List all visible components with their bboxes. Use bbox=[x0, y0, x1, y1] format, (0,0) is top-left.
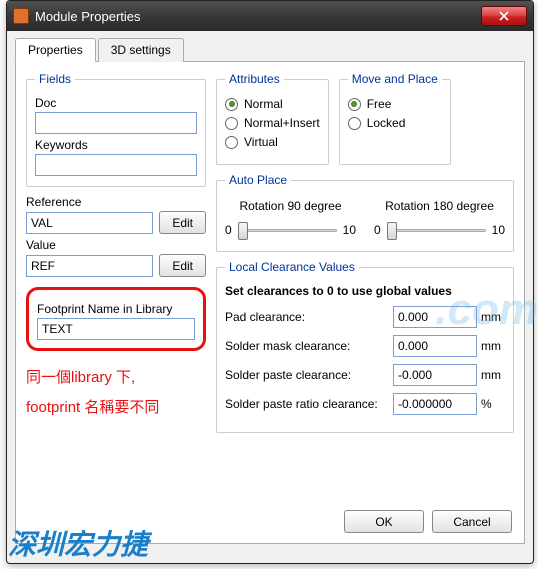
clearance-legend: Local Clearance Values bbox=[225, 260, 359, 274]
tabstrip: Properties 3D settings bbox=[15, 37, 525, 62]
reference-label: Reference bbox=[26, 195, 206, 209]
footprint-name-label: Footprint Name in Library bbox=[37, 302, 195, 316]
radio-normal-insert-label: Normal+Insert bbox=[244, 116, 320, 130]
mask-clearance-label: Solder mask clearance: bbox=[225, 339, 389, 353]
tab-properties[interactable]: Properties bbox=[15, 38, 96, 62]
doc-input[interactable] bbox=[35, 112, 197, 134]
move-place-legend: Move and Place bbox=[348, 72, 442, 86]
tab-3d-settings[interactable]: 3D settings bbox=[98, 38, 184, 62]
clearance-group: Local Clearance Values Set clearances to… bbox=[216, 260, 514, 433]
radio-icon bbox=[225, 98, 238, 111]
attributes-group: Attributes Normal Normal+Insert bbox=[216, 72, 329, 165]
tab-panel-properties: Fields Doc Keywords Reference Edit Value bbox=[15, 62, 525, 544]
rot180-min: 0 bbox=[374, 223, 381, 237]
close-button[interactable] bbox=[481, 6, 527, 26]
pad-clearance-label: Pad clearance: bbox=[225, 310, 389, 324]
cancel-button[interactable]: Cancel bbox=[432, 510, 512, 533]
fields-legend: Fields bbox=[35, 72, 75, 86]
rot90-slider[interactable] bbox=[238, 219, 337, 241]
value-input[interactable] bbox=[26, 255, 153, 277]
ratio-clearance-input[interactable] bbox=[393, 393, 477, 415]
rot180-max: 10 bbox=[492, 223, 505, 237]
radio-locked-label: Locked bbox=[367, 116, 406, 130]
paste-clearance-input[interactable] bbox=[393, 364, 477, 386]
close-icon bbox=[499, 11, 509, 21]
radio-icon bbox=[348, 98, 361, 111]
mask-clearance-unit: mm bbox=[481, 339, 505, 353]
radio-normal-label: Normal bbox=[244, 97, 283, 111]
pad-clearance-input[interactable] bbox=[393, 306, 477, 328]
value-edit-button[interactable]: Edit bbox=[159, 254, 206, 277]
rot90-max: 10 bbox=[343, 223, 356, 237]
annotation-line2: footprint 名稱要不同 bbox=[26, 393, 206, 423]
ratio-clearance-label: Solder paste ratio clearance: bbox=[225, 397, 389, 411]
footprint-name-input[interactable] bbox=[37, 318, 195, 340]
annotation-line1: 同一個library 下, bbox=[26, 363, 206, 393]
titlebar: Module Properties bbox=[7, 1, 533, 31]
radio-normal[interactable]: Normal bbox=[225, 97, 320, 111]
fields-group: Fields Doc Keywords bbox=[26, 72, 206, 187]
clearance-note: Set clearances to 0 to use global values bbox=[225, 284, 505, 298]
module-properties-window: Module Properties Properties 3D settings… bbox=[6, 0, 534, 564]
radio-virtual[interactable]: Virtual bbox=[225, 135, 320, 149]
annotation-text: 同一個library 下, footprint 名稱要不同 bbox=[26, 363, 206, 423]
reference-input[interactable] bbox=[26, 212, 153, 234]
radio-locked[interactable]: Locked bbox=[348, 116, 442, 130]
radio-icon bbox=[348, 117, 361, 130]
radio-free-label: Free bbox=[367, 97, 392, 111]
rot90-min: 0 bbox=[225, 223, 232, 237]
mask-clearance-input[interactable] bbox=[393, 335, 477, 357]
rot180-label: Rotation 180 degree bbox=[374, 199, 505, 213]
footprint-highlight-box: Footprint Name in Library bbox=[26, 287, 206, 351]
value-label: Value bbox=[26, 238, 206, 252]
radio-free[interactable]: Free bbox=[348, 97, 442, 111]
reference-edit-button[interactable]: Edit bbox=[159, 211, 206, 234]
attributes-legend: Attributes bbox=[225, 72, 284, 86]
pad-clearance-unit: mm bbox=[481, 310, 505, 324]
move-place-group: Move and Place Free Locked bbox=[339, 72, 451, 165]
keywords-label: Keywords bbox=[35, 138, 197, 152]
keywords-input[interactable] bbox=[35, 154, 197, 176]
paste-clearance-unit: mm bbox=[481, 368, 505, 382]
doc-label: Doc bbox=[35, 96, 197, 110]
autoplace-legend: Auto Place bbox=[225, 173, 291, 187]
autoplace-group: Auto Place Rotation 90 degree 0 10 bbox=[216, 173, 514, 252]
ok-button[interactable]: OK bbox=[344, 510, 424, 533]
app-icon bbox=[13, 8, 29, 24]
rot180-slider[interactable] bbox=[387, 219, 486, 241]
radio-virtual-label: Virtual bbox=[244, 135, 278, 149]
radio-normal-insert[interactable]: Normal+Insert bbox=[225, 116, 320, 130]
radio-icon bbox=[225, 117, 238, 130]
ratio-clearance-unit: % bbox=[481, 397, 505, 411]
paste-clearance-label: Solder paste clearance: bbox=[225, 368, 389, 382]
window-title: Module Properties bbox=[35, 9, 481, 24]
radio-icon bbox=[225, 136, 238, 149]
rot90-label: Rotation 90 degree bbox=[225, 199, 356, 213]
